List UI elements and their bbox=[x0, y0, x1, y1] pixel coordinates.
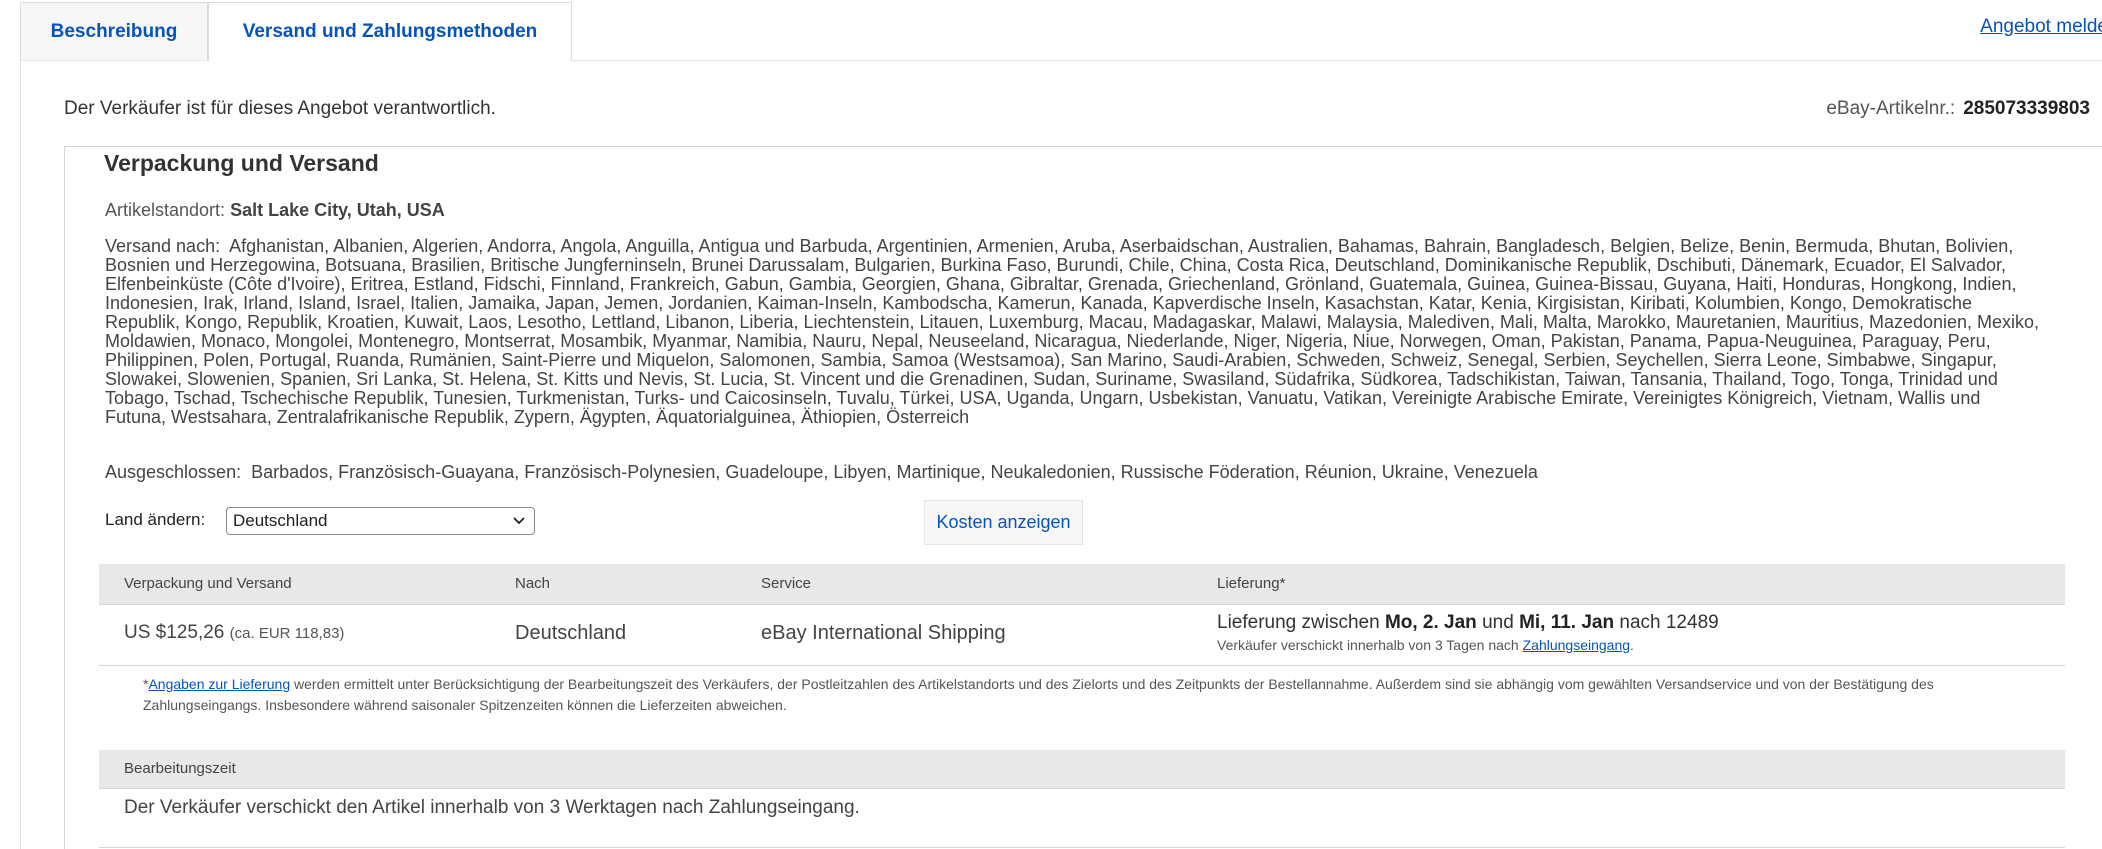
delivery-note: *Angaben zur Lieferung werden ermittelt … bbox=[143, 674, 2023, 716]
tab-description[interactable]: Beschreibung bbox=[20, 2, 208, 60]
delivery-to: Mi, 11. Jan bbox=[1519, 612, 1615, 633]
delivery-and: und bbox=[1482, 612, 1514, 633]
show-costs-button[interactable]: Kosten anzeigen bbox=[924, 500, 1083, 545]
ship-to-label: Versand nach: bbox=[105, 236, 221, 256]
header-to: Nach bbox=[515, 575, 551, 592]
excluded-label: Ausgeschlossen: bbox=[105, 462, 242, 482]
shipping-service: eBay International Shipping bbox=[761, 622, 1006, 644]
excluded-countries: Barbados, Französisch-Guayana, Französis… bbox=[251, 462, 1538, 482]
shipping-table-header: Verpackung und Versand Nach Service Lief… bbox=[99, 564, 2065, 605]
item-location: Artikelstandort: Salt Lake City, Utah, U… bbox=[105, 200, 445, 221]
shipping-cost-converted: (ca. EUR 118,83) bbox=[229, 625, 345, 642]
delivery-estimate: Lieferung zwischen Mo, 2. Jan und Mi, 11… bbox=[1217, 612, 1719, 634]
delivery-sub-text: Verkäufer verschickt innerhalb von 3 Tag… bbox=[1217, 637, 1519, 653]
country-select-value: Deutschland bbox=[233, 511, 328, 530]
note-text: werden ermittelt unter Berücksichtigung … bbox=[143, 676, 1934, 713]
delivery-from: Mo, 2. Jan bbox=[1384, 612, 1477, 633]
change-country-label: Land ändern: bbox=[105, 510, 206, 529]
delivery-subtext: Verkäufer verschickt innerhalb von 3 Tag… bbox=[1217, 637, 1634, 653]
delivery-suffix: nach 12489 bbox=[1619, 612, 1719, 633]
chevron-down-icon bbox=[512, 508, 526, 542]
payment-received-link[interactable]: Zahlungseingang bbox=[1523, 637, 1630, 653]
divider bbox=[99, 847, 2065, 848]
handling-header: Bearbeitungszeit bbox=[99, 750, 2065, 789]
seller-responsible-text: Der Verkäufer ist für dieses Angebot ver… bbox=[64, 98, 496, 119]
handling-text: Der Verkäufer verschickt den Artikel inn… bbox=[124, 797, 860, 818]
delivery-prefix: Lieferung zwischen bbox=[1217, 612, 1380, 633]
destination: Deutschland bbox=[515, 622, 627, 644]
table-row: US $125,26 (ca. EUR 118,83) Deutschland … bbox=[99, 604, 2065, 666]
item-number-value: 285073339803 bbox=[1963, 98, 2090, 119]
tab-bar: Beschreibung Versand und Zahlungsmethode… bbox=[20, 0, 2102, 61]
ship-to-list: Versand nach: Afghanistan, Albanien, Alg… bbox=[105, 237, 2045, 427]
header-service: Service bbox=[761, 575, 812, 592]
shipping-cost: US $125,26 (ca. EUR 118,83) bbox=[124, 622, 344, 644]
tab-shipping-payment[interactable]: Versand und Zahlungsmethoden bbox=[208, 2, 572, 61]
excluded-list: Ausgeschlossen: Barbados, Französisch-Gu… bbox=[105, 462, 2065, 483]
shipping-cost-value: US $125,26 bbox=[124, 622, 225, 643]
item-number-label: eBay-Artikelnr.: bbox=[1826, 98, 1956, 119]
item-number: eBay-Artikelnr.: 285073339803 bbox=[1826, 98, 2090, 120]
item-location-label: Artikelstandort: bbox=[105, 200, 226, 220]
header-shipping: Verpackung und Versand bbox=[124, 575, 292, 592]
ship-to-countries: Afghanistan, Albanien, Algerien, Andorra… bbox=[105, 236, 2040, 427]
header-delivery: Lieferung* bbox=[1217, 575, 1286, 592]
delivery-info-link[interactable]: Angaben zur Lieferung bbox=[148, 676, 290, 692]
country-select[interactable]: Deutschland bbox=[226, 507, 535, 535]
handling-header-label: Bearbeitungszeit bbox=[124, 760, 236, 777]
delivery-sub-end: . bbox=[1630, 637, 1634, 653]
report-listing-link[interactable]: Angebot melde bbox=[1980, 16, 2102, 38]
item-location-value: Salt Lake City, Utah, USA bbox=[230, 200, 445, 220]
section-title: Verpackung und Versand bbox=[104, 150, 379, 176]
